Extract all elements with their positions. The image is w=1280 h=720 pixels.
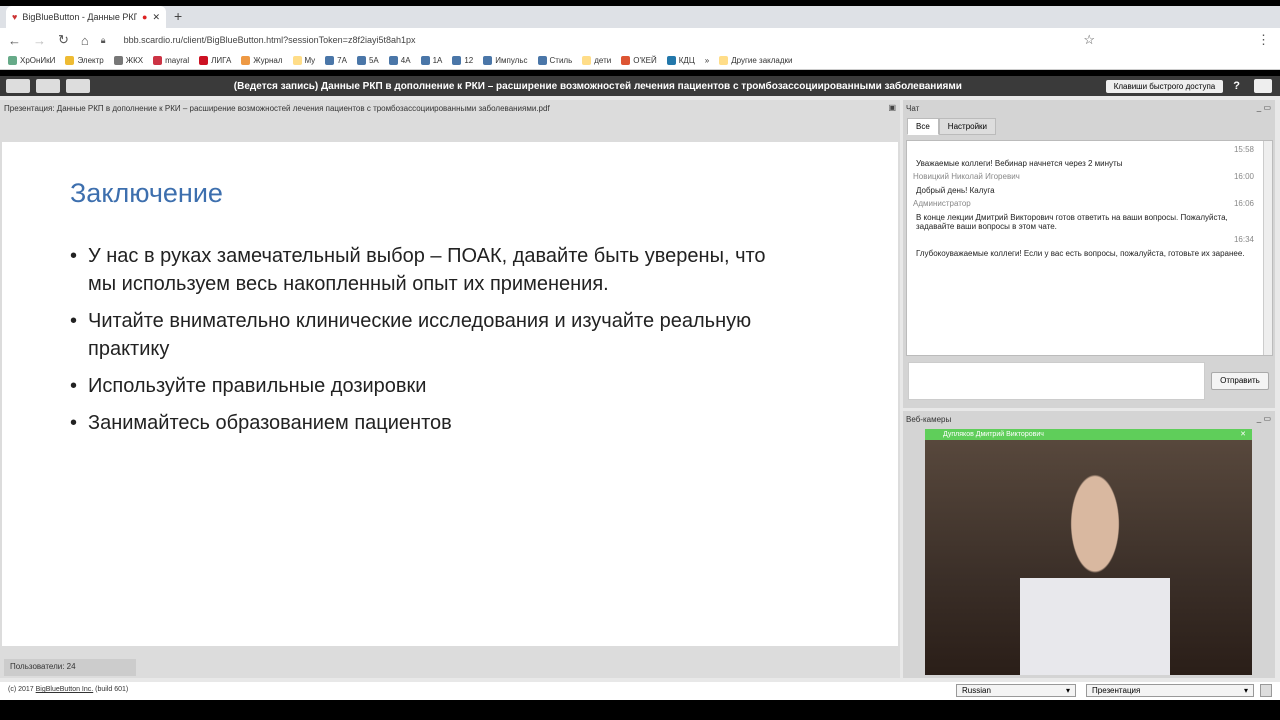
bullet: У нас в руках замечательный выбор – ПОАК… bbox=[70, 242, 790, 298]
bookmark[interactable]: 7А bbox=[325, 56, 347, 66]
chat-input[interactable] bbox=[908, 362, 1205, 400]
chat-message: 16:34 Глубокоуважаемые коллеги! Если у ва… bbox=[916, 235, 1254, 258]
bbb-favicon-icon: ♥ bbox=[12, 12, 18, 22]
layout-select[interactable]: Презентация ▾ bbox=[1086, 684, 1254, 697]
more-bookmarks[interactable]: » bbox=[705, 56, 709, 65]
close-tab-icon[interactable]: ✕ bbox=[152, 12, 160, 23]
window-controls-icon[interactable]: _ ▭ bbox=[1257, 414, 1271, 423]
bookmark[interactable]: Стиль bbox=[537, 56, 572, 66]
bookmark[interactable]: О'КЕЙ bbox=[621, 56, 657, 66]
bookmark[interactable]: ХрОнИкИ bbox=[8, 56, 55, 66]
language-select[interactable]: Russian ▾ bbox=[956, 684, 1076, 697]
bookmark[interactable]: дети bbox=[582, 56, 611, 66]
chat-message: Администратор 16:06 В конце лекции Дмитрий… bbox=[913, 199, 1254, 231]
bookmark-folder[interactable]: Другие закладки bbox=[719, 56, 793, 66]
bookmark[interactable]: mayral bbox=[153, 56, 189, 66]
bookmark[interactable]: ЛИГА bbox=[199, 56, 231, 66]
tab-title: BigBlueButton - Данные РКП bbox=[22, 12, 138, 22]
users-count[interactable]: Пользователи: 24 bbox=[4, 659, 136, 676]
bookmark[interactable]: 4А bbox=[388, 56, 411, 66]
home-icon[interactable]: ⌂ bbox=[81, 33, 89, 48]
bullet: Занимайтесь образованием пациентов bbox=[70, 409, 790, 437]
bookmarks-bar: ХрОнИкИ Электр ЖКХ mayral ЛИГА Журнал My… bbox=[0, 52, 1280, 70]
bookmark[interactable]: My bbox=[292, 56, 315, 66]
new-tab-button[interactable]: + bbox=[174, 8, 182, 24]
shortcuts-button[interactable]: Клавиши быстрого доступа bbox=[1105, 79, 1224, 93]
chat-panel: Чат _ ▭ Все Настройки 15:58 Уважаемые кол… bbox=[903, 100, 1275, 408]
close-video-icon[interactable]: ✕ bbox=[1240, 429, 1246, 440]
forward-icon[interactable]: → bbox=[33, 33, 46, 48]
browser-tabstrip: ♥ BigBlueButton - Данные РКП ● ✕ + bbox=[0, 6, 1280, 28]
star-icon[interactable]: ☆ bbox=[1083, 32, 1095, 48]
bookmark[interactable]: КДЦ bbox=[666, 56, 695, 66]
chat-message: 15:58 Уважаемые коллеги! Вебинар начнется… bbox=[916, 145, 1254, 168]
webcam-button[interactable] bbox=[36, 79, 60, 93]
bookmark[interactable]: 1А bbox=[420, 56, 442, 66]
reload-icon[interactable]: ↻ bbox=[58, 32, 69, 48]
address-bar: ← → ↻ ⌂ 🔒︎ bbb.scardio.ru/client/BigBlue… bbox=[0, 28, 1280, 52]
help-button[interactable]: ? bbox=[1233, 80, 1240, 92]
webcams-title: Веб-камеры bbox=[906, 415, 952, 424]
window-controls-icon[interactable]: _ ▭ bbox=[1257, 103, 1271, 112]
bookmark[interactable]: Электр bbox=[65, 56, 104, 66]
logout-icon[interactable] bbox=[1254, 79, 1272, 93]
presentation-panel: Презентация: Данные РКП в дополнение к Р… bbox=[0, 100, 900, 678]
record-button[interactable] bbox=[66, 79, 90, 93]
tab-all[interactable]: Все bbox=[907, 118, 939, 135]
bullet: Используйте правильные дозировки bbox=[70, 372, 790, 400]
chat-message: Новицкий Николай Игоревич 16:00 Добрый ден… bbox=[913, 172, 1254, 195]
bookmark[interactable]: Импульс bbox=[483, 56, 528, 66]
bullet: Читайте внимательно клинические исследов… bbox=[70, 307, 790, 363]
video-name-bar: Дупляков Дмитрий Викторович ✕ bbox=[925, 429, 1252, 440]
fullscreen-icon[interactable] bbox=[1260, 684, 1272, 697]
slide: Заключение У нас в руках замечательный в… bbox=[2, 142, 898, 646]
meeting-title: (Ведется запись) Данные РКП в дополнение… bbox=[233, 80, 962, 92]
browser-tab[interactable]: ♥ BigBlueButton - Данные РКП ● ✕ bbox=[6, 6, 166, 28]
chat-scrollbar[interactable] bbox=[1263, 141, 1272, 355]
presenter-video-image bbox=[1020, 459, 1170, 675]
url-input[interactable]: bbb.scardio.ru/client/BigBlueButton.html… bbox=[124, 35, 416, 45]
slide-bullets: У нас в руках замечательный выбор – ПОАК… bbox=[70, 242, 790, 446]
webcams-panel: Веб-камеры _ ▭ Дупляков Дмитрий Викторов… bbox=[903, 411, 1275, 678]
bookmark[interactable]: 5А bbox=[356, 56, 379, 66]
audio-button[interactable] bbox=[6, 79, 30, 93]
chat-title: Чат bbox=[906, 104, 920, 113]
lock-icon: 🔒︎ bbox=[100, 34, 106, 45]
recording-icon: ● bbox=[142, 12, 148, 22]
bookmark[interactable]: Журнал bbox=[241, 56, 283, 66]
presentation-title: Презентация: Данные РКП в дополнение к Р… bbox=[4, 104, 550, 113]
bbb-link[interactable]: BigBlueButton Inc. bbox=[36, 686, 94, 693]
menu-icon[interactable]: ⋮ bbox=[1257, 32, 1270, 48]
maximize-icon[interactable]: ▣ bbox=[888, 103, 896, 112]
bookmark[interactable]: ЖКХ bbox=[113, 56, 143, 66]
app-toolbar: (Ведется запись) Данные РКП в дополнение… bbox=[0, 76, 1280, 96]
chat-messages: 15:58 Уважаемые коллеги! Вебинар начнется… bbox=[906, 140, 1273, 356]
back-icon[interactable]: ← bbox=[8, 33, 21, 48]
slide-heading: Заключение bbox=[70, 178, 223, 208]
bookmark[interactable]: 12 bbox=[452, 56, 473, 66]
tab-settings[interactable]: Настройки bbox=[938, 118, 997, 135]
webcam-video: Дупляков Дмитрий Викторович ✕ bbox=[925, 429, 1252, 675]
send-button[interactable]: Отправить bbox=[1211, 372, 1269, 390]
